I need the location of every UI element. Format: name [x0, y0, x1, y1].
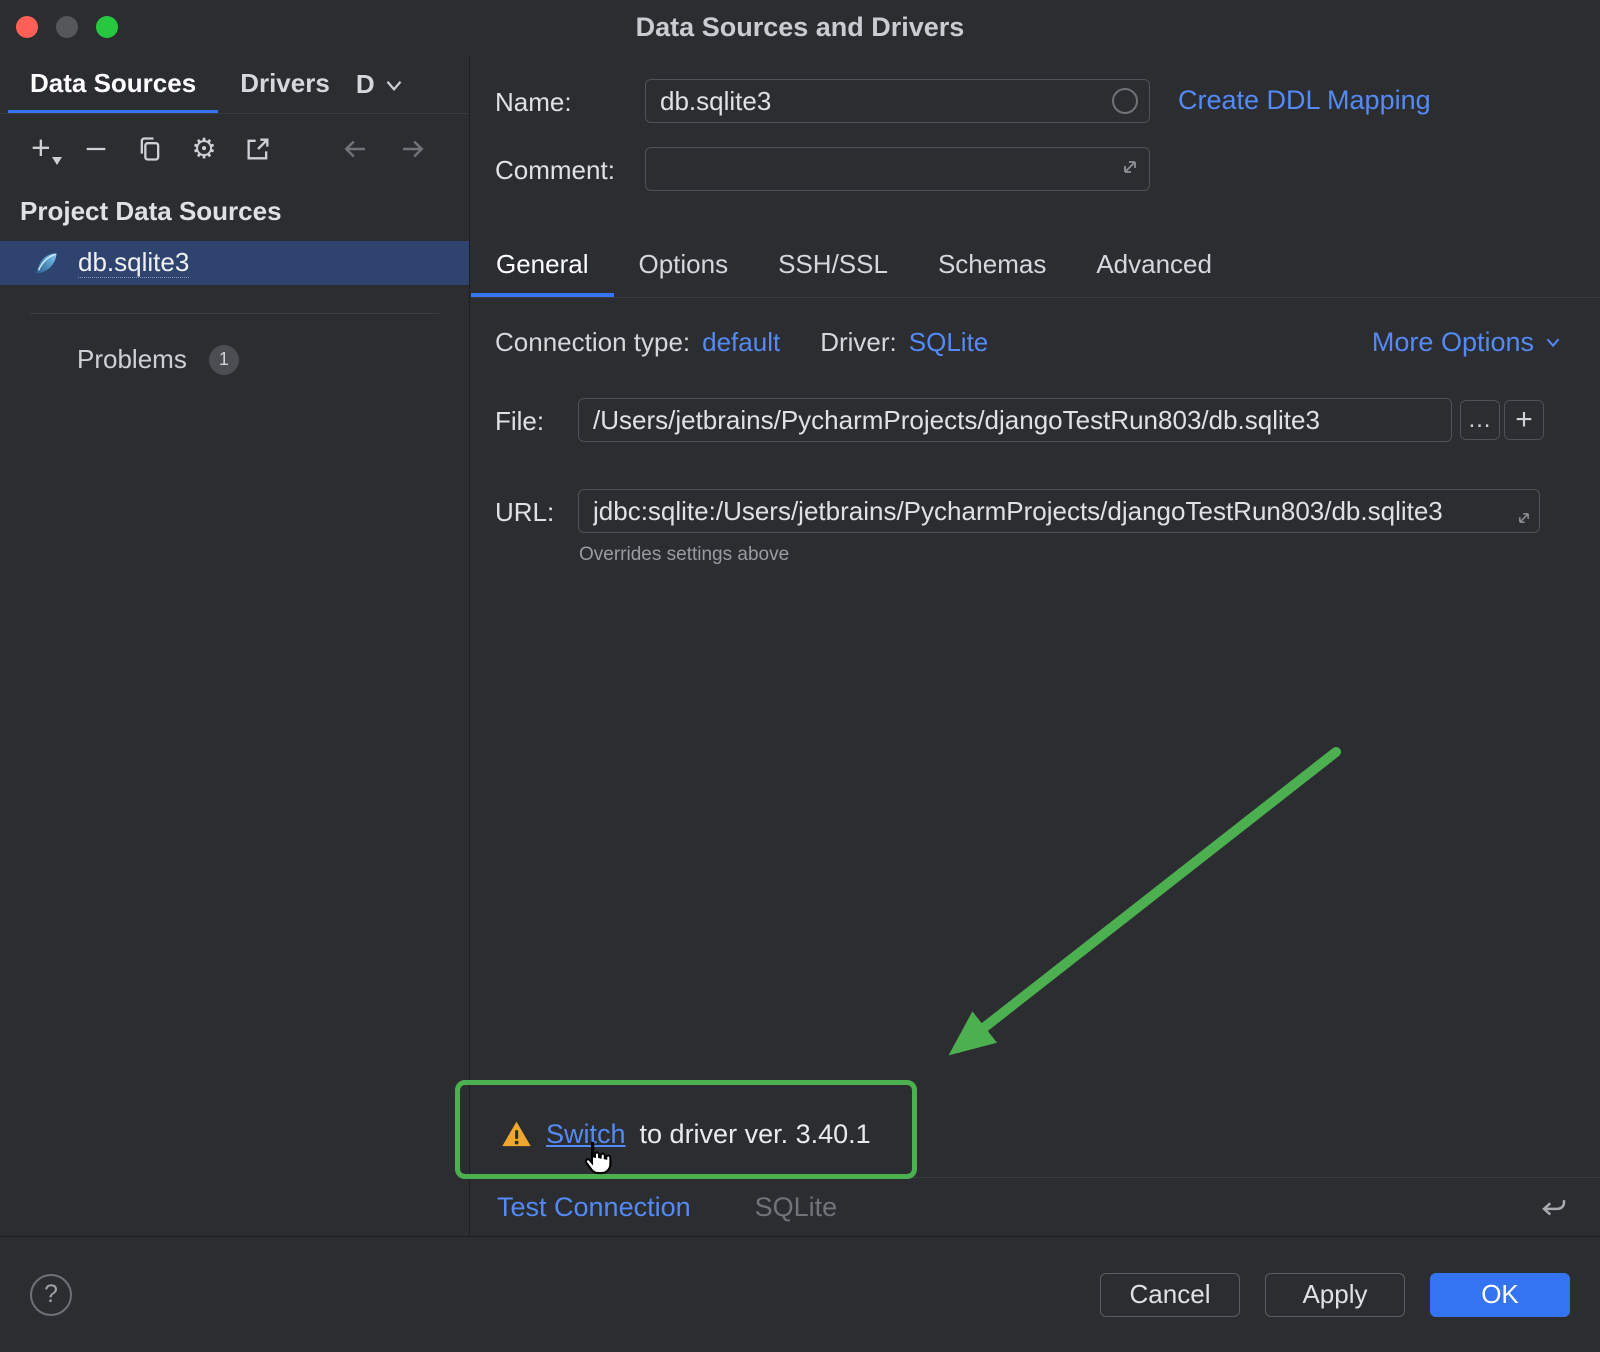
driver-value[interactable]: SQLite: [909, 327, 989, 358]
tab-general[interactable]: General: [471, 236, 614, 297]
more-options-link[interactable]: More Options: [1372, 327, 1564, 358]
chevron-down-icon: [1542, 331, 1564, 353]
tab-advanced-label: Advanced: [1096, 249, 1212, 280]
comment-label: Comment:: [495, 155, 615, 186]
titlebar: Data Sources and Drivers: [0, 0, 1600, 56]
test-connection-link[interactable]: Test Connection: [497, 1192, 691, 1223]
name-row: Name: Create DDL Mapping: [495, 79, 1600, 123]
file-row: File: … +: [471, 398, 1600, 442]
tab-schemas-label: Schemas: [938, 249, 1046, 280]
sqlite-feather-icon: [33, 250, 60, 277]
expand-url-icon[interactable]: [1514, 508, 1534, 528]
datasource-item-label: db.sqlite3: [78, 248, 189, 279]
switch-driver-text: to driver ver. 3.40.1: [640, 1119, 871, 1150]
footer-driver-name: SQLite: [755, 1192, 838, 1223]
tab-data-sources[interactable]: Data Sources: [8, 56, 218, 113]
file-input[interactable]: [578, 398, 1452, 442]
tab-data-sources-label: Data Sources: [30, 68, 196, 99]
problems-label: Problems: [77, 344, 187, 375]
remove-datasource-icon[interactable]: [80, 133, 112, 165]
window-title: Data Sources and Drivers: [0, 12, 1600, 43]
name-input[interactable]: [645, 79, 1150, 123]
dialog-bottom-bar: ? Cancel Apply OK: [0, 1236, 1600, 1352]
switch-driver-link[interactable]: Switch: [546, 1119, 626, 1150]
driver-label: Driver:: [820, 327, 897, 358]
gear-icon[interactable]: ⚙: [188, 133, 220, 165]
browse-file-button[interactable]: …: [1460, 400, 1500, 440]
expand-comment-icon[interactable]: [1118, 155, 1142, 179]
history-nav: [339, 133, 429, 165]
add-file-button[interactable]: +: [1504, 400, 1544, 440]
connection-type-value[interactable]: default: [702, 327, 780, 358]
url-input[interactable]: [578, 489, 1540, 533]
url-override-note: Overrides settings above: [579, 544, 789, 566]
content-footer: Test Connection SQLite: [471, 1177, 1600, 1236]
ok-button[interactable]: OK: [1430, 1273, 1570, 1317]
tab-overflow-label: D: [356, 69, 375, 100]
sidebar: Data Sources Drivers D: [0, 56, 470, 1236]
tab-schemas[interactable]: Schemas: [913, 236, 1071, 297]
chevron-down-icon: [381, 72, 407, 98]
problems-count-badge: 1: [209, 345, 239, 375]
cancel-button[interactable]: Cancel: [1100, 1273, 1240, 1317]
comment-row: Comment:: [495, 147, 1600, 191]
data-sources-dialog: { "window": { "title": "Data Sources and…: [0, 0, 1600, 1352]
help-icon: ?: [44, 1280, 58, 1309]
switch-driver-row: Switch to driver ver. 3.40.1: [501, 1112, 871, 1156]
file-label: File:: [495, 406, 544, 437]
sidebar-divider: [30, 313, 439, 314]
sidebar-toolbar: ⚙: [0, 118, 469, 180]
name-label: Name:: [495, 87, 572, 118]
apply-button[interactable]: Apply: [1265, 1273, 1405, 1317]
url-row: URL:: [471, 489, 1600, 533]
project-data-sources-heading: Project Data Sources: [0, 180, 469, 241]
tab-ssh-ssl[interactable]: SSH/SSL: [753, 236, 913, 297]
connection-row: Connection type: default Driver: SQLite …: [495, 320, 1564, 364]
forward-icon[interactable]: [397, 133, 429, 165]
tab-ssh-ssl-label: SSH/SSL: [778, 249, 888, 280]
create-ddl-mapping-link[interactable]: Create DDL Mapping: [1178, 85, 1431, 116]
undo-icon[interactable]: [1534, 1187, 1574, 1227]
back-icon[interactable]: [339, 133, 371, 165]
export-icon[interactable]: [242, 133, 274, 165]
comment-input[interactable]: [645, 147, 1150, 191]
loader-circle-icon: [1112, 88, 1138, 114]
tab-drivers[interactable]: Drivers: [218, 56, 352, 113]
more-options-label: More Options: [1372, 327, 1534, 358]
content-panel: Name: Create DDL Mapping Comment: Genera…: [471, 56, 1600, 1236]
dialog-buttons: Cancel Apply OK: [1100, 1273, 1570, 1317]
settings-tabs: General Options SSH/SSL Schemas Advanced: [471, 236, 1600, 298]
url-label: URL:: [495, 497, 554, 528]
tab-options-label: Options: [639, 249, 729, 280]
duplicate-icon[interactable]: [134, 133, 166, 165]
problems-row[interactable]: Problems 1: [0, 344, 469, 375]
connection-type-label: Connection type:: [495, 327, 690, 358]
tab-advanced[interactable]: Advanced: [1071, 236, 1237, 297]
add-datasource-icon[interactable]: [26, 133, 58, 165]
sidebar-tabs: Data Sources Drivers D: [0, 56, 469, 114]
warning-icon: [501, 1119, 532, 1150]
tab-drivers-label: Drivers: [240, 68, 330, 99]
datasource-item-db-sqlite3[interactable]: db.sqlite3: [0, 241, 469, 285]
tab-overflow[interactable]: D: [352, 56, 411, 113]
tab-options[interactable]: Options: [614, 236, 754, 297]
help-button[interactable]: ?: [30, 1274, 72, 1316]
tab-general-label: General: [496, 249, 589, 280]
